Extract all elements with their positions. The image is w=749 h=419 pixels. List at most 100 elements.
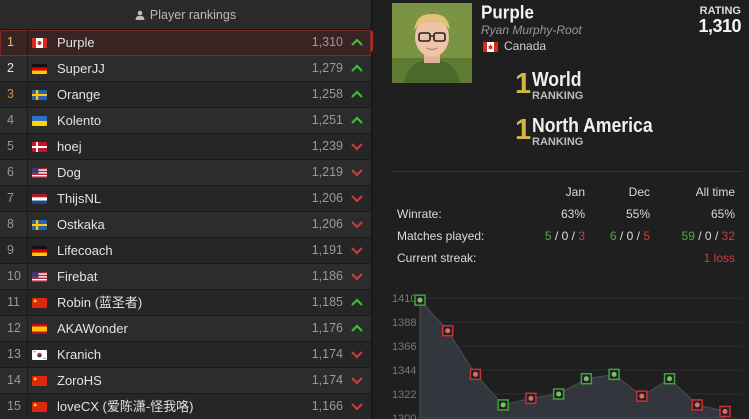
rank-number: 13 bbox=[0, 342, 28, 367]
player-rating: 1,174 bbox=[311, 373, 343, 387]
player-name: Lifecoach bbox=[57, 243, 113, 258]
loss-marker[interactable] bbox=[636, 390, 648, 402]
rankings-header: Player rankings bbox=[0, 0, 371, 30]
rating-history-chart: 1410 1388 1366 1344 1322 1300 bbox=[392, 293, 742, 419]
matches-dec: 6 / 0 / 5 bbox=[609, 229, 650, 243]
player-name: Kranich bbox=[57, 347, 102, 362]
rank-number: 10 bbox=[0, 264, 28, 289]
trend-down-icon bbox=[351, 403, 363, 411]
loss-marker[interactable] bbox=[719, 405, 731, 418]
world-rank-scope: World bbox=[532, 69, 582, 91]
wins: 59 bbox=[681, 229, 695, 243]
region-rank-scope: North America bbox=[532, 115, 653, 137]
player-name: loveCX (爱陈潇-怪我咯) bbox=[57, 399, 194, 414]
matches-row: Matches played: 5 / 0 / 3 6 / 0 / 5 59 /… bbox=[397, 229, 737, 245]
ua-flag-icon bbox=[32, 116, 47, 126]
trend-up-icon bbox=[351, 116, 363, 124]
rank-number: 11 bbox=[0, 290, 28, 315]
col-all-time: All time bbox=[695, 185, 735, 199]
ranking-row[interactable]: 3 Orange 1,258 bbox=[0, 82, 371, 108]
us-flag-icon bbox=[32, 272, 47, 282]
draws: 0 bbox=[704, 229, 712, 243]
col-dec: Dec bbox=[628, 185, 650, 199]
trend-up-icon bbox=[351, 324, 363, 332]
win-marker[interactable] bbox=[552, 388, 565, 400]
winrate-all: 65% bbox=[710, 207, 735, 221]
trend-down-icon bbox=[351, 247, 363, 255]
player-rating: 1,258 bbox=[311, 87, 343, 101]
draws: 0 bbox=[561, 229, 569, 243]
rank-number: 1 bbox=[0, 30, 28, 55]
world-rank-number: 1 bbox=[515, 68, 532, 100]
ranking-row[interactable]: 4 Kolento 1,251 bbox=[0, 108, 371, 134]
ranking-row[interactable]: 14 ZoroHS 1,174 bbox=[0, 368, 371, 394]
player-rating: 1,191 bbox=[311, 243, 343, 257]
y-tick-label: 1344 bbox=[392, 365, 416, 377]
ranking-row[interactable]: 15 loveCX (爱陈潇-怪我咯) 1,166 bbox=[0, 394, 371, 419]
stats-header: Jan Dec All time bbox=[397, 185, 737, 201]
loss-marker[interactable] bbox=[441, 324, 454, 337]
loss-marker[interactable] bbox=[469, 368, 482, 381]
win-marker[interactable] bbox=[663, 372, 676, 385]
ranking-row[interactable]: 8 Ostkaka 1,206 bbox=[0, 212, 371, 238]
ranking-row[interactable]: 13 Kranich 1,174 bbox=[0, 342, 371, 368]
region-rank-number: 1 bbox=[515, 114, 532, 146]
win-marker[interactable] bbox=[497, 399, 509, 411]
player-name: Robin (蓝圣者) bbox=[57, 295, 143, 310]
matches-all: 59 / 0 / 32 bbox=[681, 229, 735, 243]
ranking-row[interactable]: 12 AKAWonder 1,176 bbox=[0, 316, 371, 342]
se-flag-icon bbox=[32, 220, 47, 230]
se-flag-icon bbox=[32, 90, 47, 100]
trend-up-icon bbox=[351, 64, 363, 72]
draws: 0 bbox=[626, 229, 634, 243]
trend-down-icon bbox=[351, 195, 363, 203]
col-jan: Jan bbox=[565, 185, 585, 199]
player-rating: 1,174 bbox=[311, 347, 343, 361]
rank-number: 3 bbox=[0, 82, 28, 107]
rank-number: 6 bbox=[0, 160, 28, 185]
player-rating: 1,279 bbox=[311, 61, 343, 75]
wins: 6 bbox=[609, 229, 617, 243]
win-marker[interactable] bbox=[580, 372, 593, 385]
win-marker[interactable] bbox=[608, 368, 620, 381]
us-flag-icon bbox=[32, 168, 47, 178]
ranking-row[interactable]: 11 Robin (蓝圣者) 1,185 bbox=[0, 290, 371, 316]
canada-flag-icon bbox=[483, 42, 498, 52]
ranking-row[interactable]: 7 ThijsNL 1,206 bbox=[0, 186, 371, 212]
de-flag-icon bbox=[32, 64, 47, 74]
winrate-label: Winrate: bbox=[397, 207, 442, 221]
de-flag-icon bbox=[32, 246, 47, 256]
ranking-row[interactable]: 1 Purple 1,310 bbox=[0, 30, 371, 56]
rankings-panel: Player rankings 1 Purple 1,310 2 SuperJJ 1,27… bbox=[0, 0, 372, 419]
ranking-row[interactable]: 5 hoej 1,239 bbox=[0, 134, 371, 160]
player-rating: 1,310 bbox=[311, 35, 343, 49]
person-icon bbox=[135, 10, 145, 20]
player-rating: 1,206 bbox=[311, 191, 343, 205]
ranking-row[interactable]: 10 Firebat 1,186 bbox=[0, 264, 371, 290]
rank-number: 4 bbox=[0, 108, 28, 133]
rank-number: 9 bbox=[0, 238, 28, 263]
win-marker[interactable] bbox=[414, 294, 426, 306]
player-rating: 1,176 bbox=[311, 321, 343, 335]
rankings-list: 1 Purple 1,310 2 SuperJJ 1,279 3 Orange 1,258 4 Ko… bbox=[0, 30, 371, 419]
winrate-dec: 55% bbox=[625, 207, 650, 221]
ranking-row[interactable]: 9 Lifecoach 1,191 bbox=[0, 238, 371, 264]
es-flag-icon bbox=[32, 324, 47, 334]
y-tick-label: 1300 bbox=[392, 413, 416, 419]
nl-flag-icon bbox=[32, 194, 47, 204]
rank-number: 12 bbox=[0, 316, 28, 341]
trend-down-icon bbox=[351, 351, 363, 359]
matches-jan: 5 / 0 / 3 bbox=[544, 229, 585, 243]
loss-marker[interactable] bbox=[525, 392, 537, 405]
player-rating: 1,239 bbox=[311, 139, 343, 153]
player-real-name: Ryan Murphy-Root bbox=[481, 23, 582, 37]
ranking-row[interactable]: 2 SuperJJ 1,279 bbox=[0, 56, 371, 82]
cn-flag-icon bbox=[32, 298, 47, 308]
player-rating: 1,166 bbox=[311, 399, 343, 413]
winrate-jan: 63% bbox=[560, 207, 585, 221]
cn-flag-icon bbox=[32, 376, 47, 386]
ranking-row[interactable]: 6 Dog 1,219 bbox=[0, 160, 371, 186]
y-tick-label: 1388 bbox=[392, 317, 416, 329]
loss-marker[interactable] bbox=[691, 399, 704, 411]
player-name: Purple bbox=[57, 35, 95, 50]
